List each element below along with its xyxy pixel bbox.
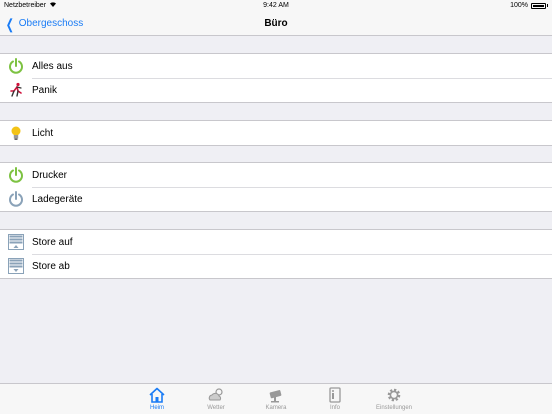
tab-wetter[interactable]: Wetter bbox=[194, 386, 238, 414]
tab-info[interactable]: Info bbox=[313, 386, 357, 414]
power-icon bbox=[7, 166, 25, 184]
item-label: Ladegeräte bbox=[32, 193, 83, 205]
item-label: Alles aus bbox=[32, 60, 73, 72]
battery-icon bbox=[531, 2, 546, 9]
power-icon bbox=[7, 190, 25, 208]
group-light: Licht bbox=[0, 120, 552, 146]
group-general: Alles aus Panik bbox=[0, 53, 552, 103]
page-title: Büro bbox=[264, 18, 288, 29]
item-label: Licht bbox=[32, 127, 54, 139]
lightbulb-icon bbox=[7, 124, 25, 142]
item-label: Store auf bbox=[32, 236, 73, 248]
tab-kamera[interactable]: Kamera bbox=[254, 386, 298, 414]
list-item-store-ab[interactable]: Store ab bbox=[0, 254, 552, 278]
status-bar: Netzbetreiber 9:42 AM 100% bbox=[0, 0, 552, 11]
blind-down-icon bbox=[7, 257, 25, 275]
tab-einstellungen[interactable]: Einstellungen bbox=[372, 386, 416, 414]
navigation-bar: ❮ Obergeschoss Büro bbox=[0, 11, 552, 36]
list-item-drucker[interactable]: Drucker bbox=[0, 163, 552, 187]
list-item-panik[interactable]: Panik bbox=[0, 78, 552, 102]
tab-heim[interactable]: Heim bbox=[135, 386, 179, 414]
status-time: 9:42 AM bbox=[263, 2, 289, 9]
tab-label: Wetter bbox=[207, 405, 225, 411]
list-item-licht[interactable]: Licht bbox=[0, 121, 552, 145]
item-label: Drucker bbox=[32, 169, 68, 181]
camera-icon bbox=[269, 390, 282, 403]
power-icon bbox=[7, 57, 25, 75]
list-item-alles-aus[interactable]: Alles aus bbox=[0, 54, 552, 78]
tab-label: Einstellungen bbox=[375, 405, 413, 411]
item-label: Panik bbox=[32, 84, 58, 96]
list-item-ladegeraete[interactable]: Ladegeräte bbox=[0, 187, 552, 211]
group-blinds: Store auf Store ab bbox=[0, 229, 552, 279]
home-icon bbox=[149, 387, 165, 403]
info-icon bbox=[329, 387, 341, 403]
gear-icon bbox=[387, 388, 401, 402]
blind-up-icon bbox=[7, 233, 25, 251]
list-item-store-auf[interactable]: Store auf bbox=[0, 230, 552, 254]
tab-label: Kamera bbox=[265, 405, 287, 411]
battery-indicator: 100% bbox=[510, 0, 548, 11]
tab-label: Info bbox=[329, 405, 340, 411]
battery-percent: 100% bbox=[510, 2, 528, 9]
group-devices: Drucker Ladegeräte bbox=[0, 162, 552, 212]
weather-icon bbox=[208, 388, 223, 401]
tab-bar: Heim Wetter Kamera Info Einstellungen bbox=[0, 383, 552, 414]
item-label: Store ab bbox=[32, 260, 70, 272]
running-person-icon bbox=[7, 81, 25, 99]
tab-label: Heim bbox=[149, 405, 164, 411]
